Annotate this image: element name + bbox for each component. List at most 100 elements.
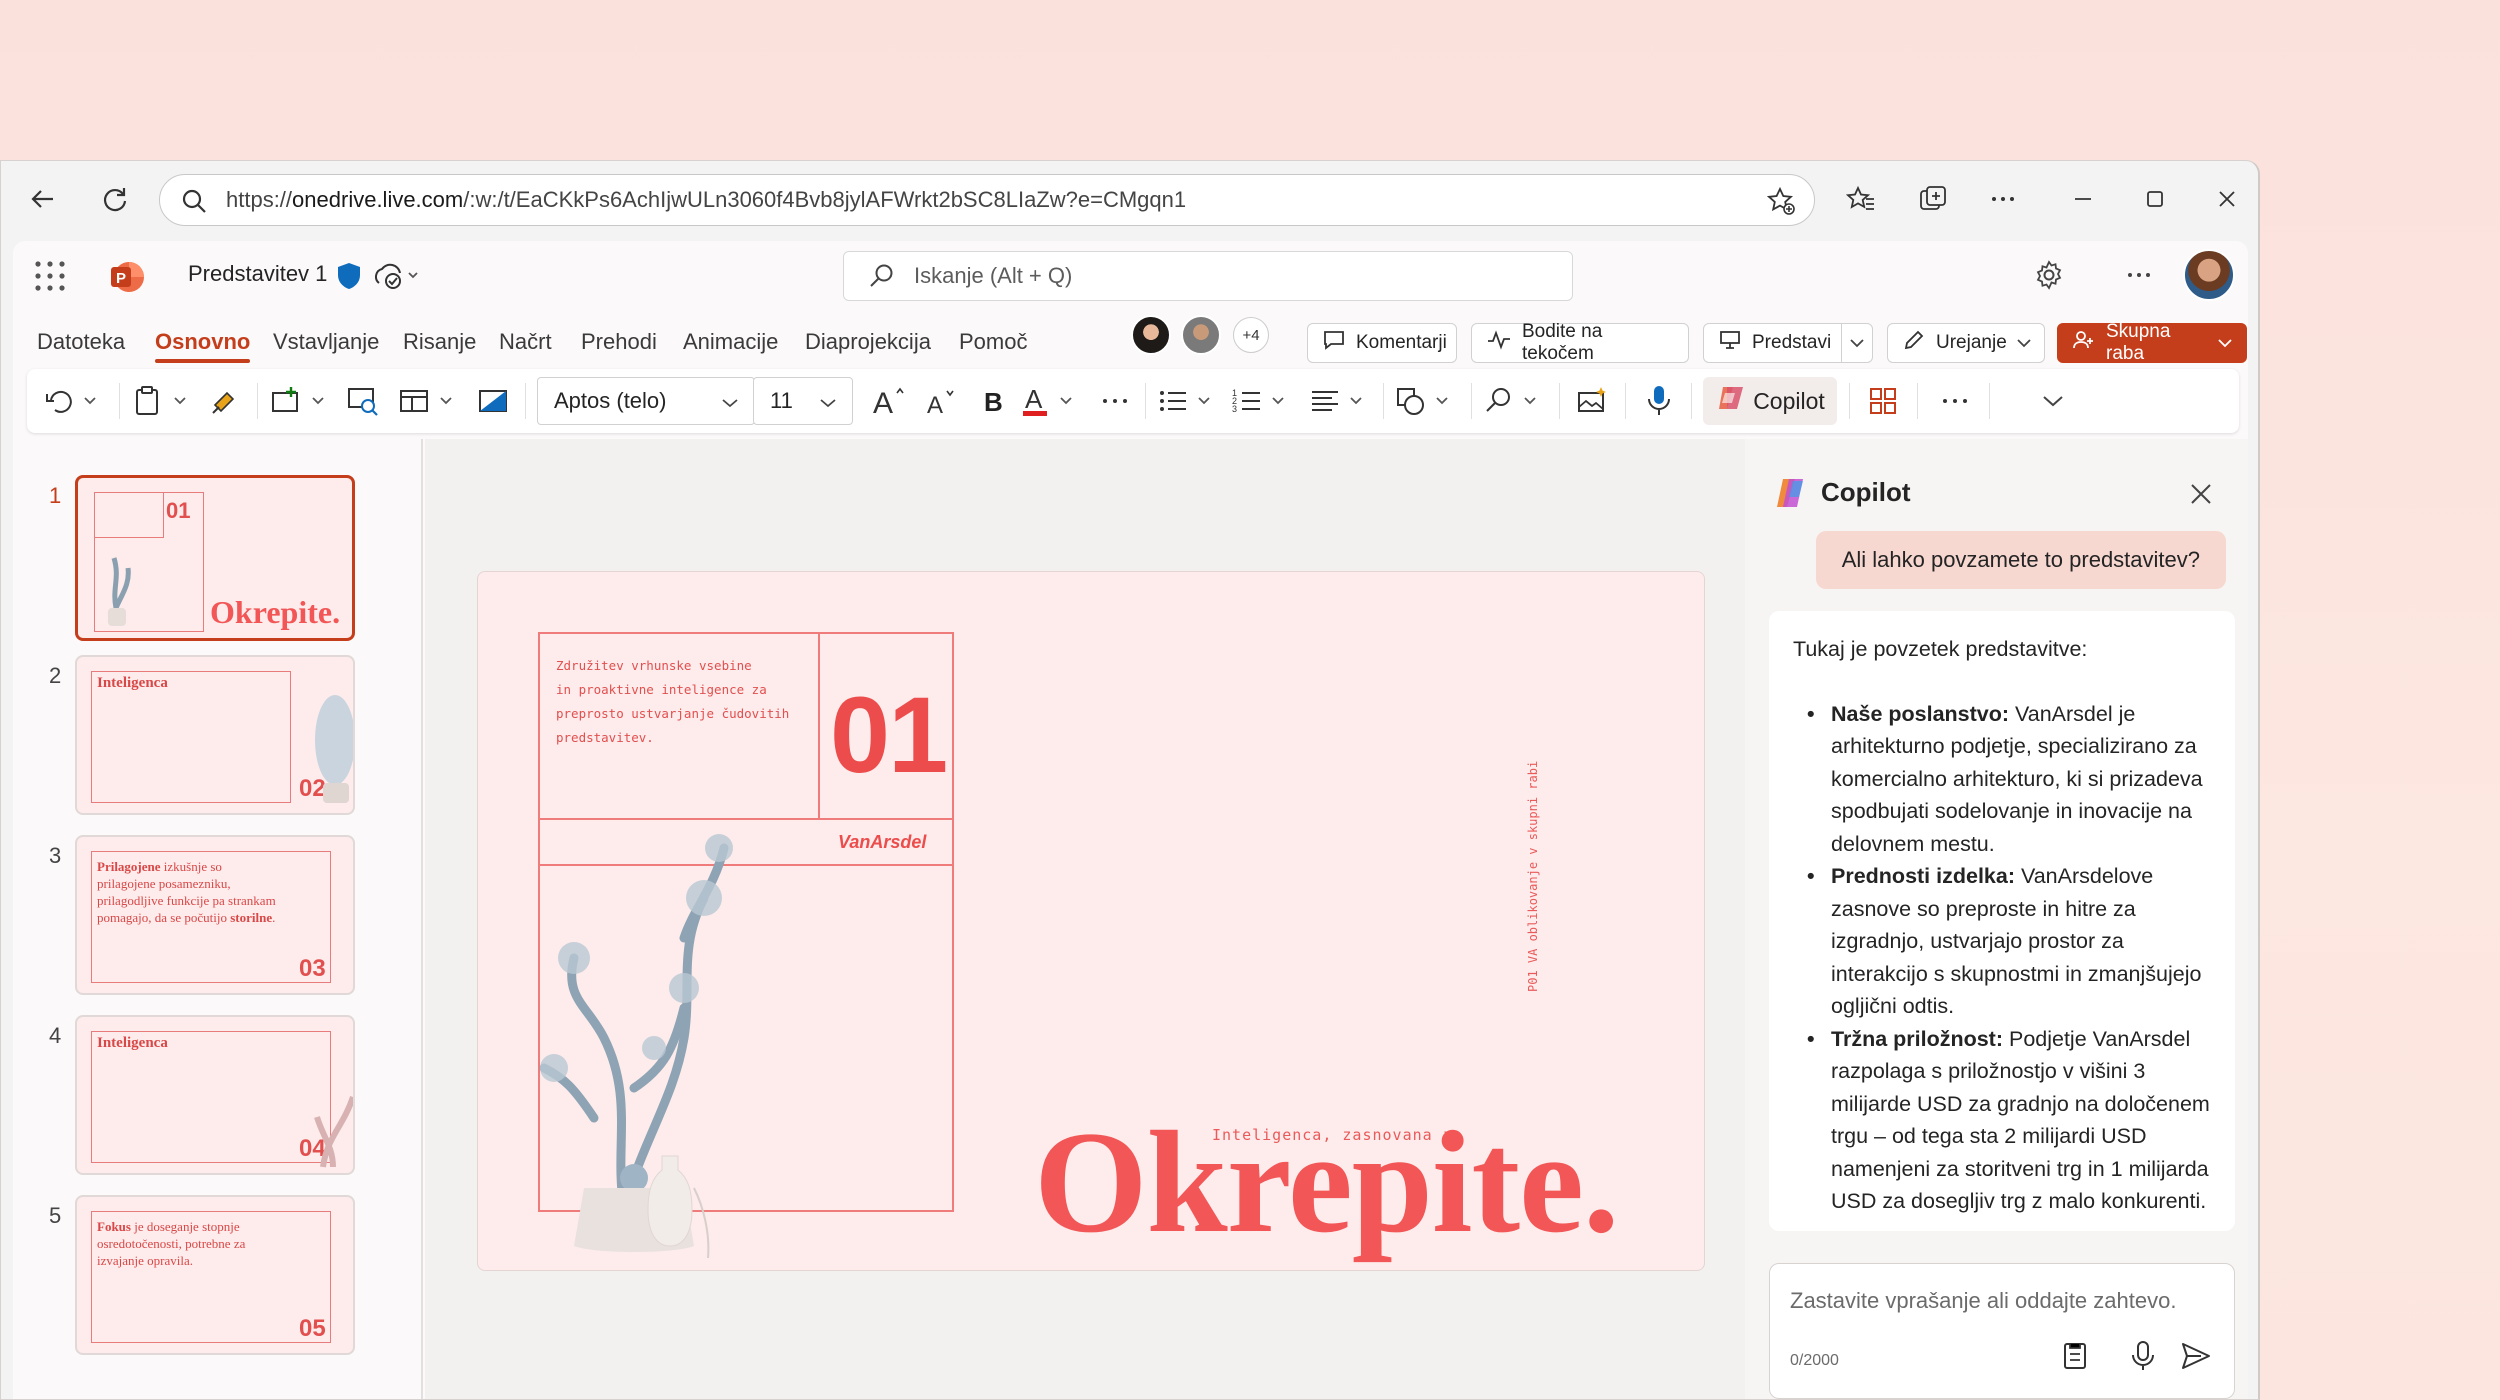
font-size-dropdown[interactable]: 11 bbox=[753, 377, 853, 425]
shapes-icon[interactable] bbox=[1395, 381, 1459, 421]
slide-intro-line: preprosto ustvarjanje čudovitih bbox=[556, 706, 790, 721]
slide-thumbnail-1[interactable]: 01 Okrepite. bbox=[75, 475, 355, 641]
copilot-label: Copilot bbox=[1753, 387, 1825, 414]
tab-home[interactable]: Osnovno bbox=[155, 329, 251, 363]
dictate-mic-icon[interactable] bbox=[1637, 381, 1681, 421]
minimize-icon[interactable] bbox=[2059, 175, 2107, 223]
add-favorite-icon[interactable] bbox=[1766, 186, 1796, 222]
app-launcher-icon[interactable] bbox=[33, 259, 67, 298]
chevron-down-icon[interactable] bbox=[1841, 324, 1872, 362]
prompt-input[interactable]: Zastavite vprašanje ali oddajte zahtevo. bbox=[1790, 1288, 2176, 1314]
document-title[interactable]: Predstavitev 1 bbox=[188, 261, 327, 287]
send-icon[interactable] bbox=[2180, 1340, 2212, 1377]
search-icon bbox=[180, 187, 208, 221]
favorites-icon[interactable] bbox=[1837, 175, 1885, 223]
tab-slideshow[interactable]: Diaprojekcija bbox=[805, 329, 931, 355]
designer-icon[interactable] bbox=[1571, 381, 1615, 421]
expand-ribbon-icon[interactable] bbox=[2033, 381, 2073, 421]
share-people-icon bbox=[2072, 328, 2096, 358]
slide-thumbnail-5[interactable]: Fokus je doseganje stopnje osredotočenos… bbox=[75, 1195, 355, 1355]
tab-animations[interactable]: Animacije bbox=[683, 329, 778, 355]
thumb-body: Prilagojene izkušnje so prilagojene posa… bbox=[97, 859, 277, 927]
tab-transitions[interactable]: Prehodi bbox=[581, 329, 657, 355]
bullet-head: Tržna priložnost: bbox=[1831, 1026, 2003, 1051]
slide-thumbnail-2[interactable]: Inteligenca 02 bbox=[75, 655, 355, 815]
slide-badge: 03 bbox=[299, 955, 326, 982]
increase-font-icon[interactable]: A bbox=[867, 381, 911, 421]
bullets-icon[interactable] bbox=[1157, 381, 1221, 421]
chevron-down-icon bbox=[2218, 332, 2232, 354]
microphone-icon[interactable] bbox=[2128, 1340, 2158, 1377]
share-button[interactable]: Skupna raba bbox=[2057, 321, 2247, 364]
prompt-guide-icon[interactable] bbox=[2060, 1340, 2090, 1377]
more-font-options-icon[interactable] bbox=[1095, 381, 1135, 421]
format-painter-icon[interactable] bbox=[205, 381, 245, 421]
new-slide-icon[interactable] bbox=[269, 381, 333, 421]
bold-icon[interactable]: B bbox=[973, 381, 1013, 421]
thumb-title: Inteligenca bbox=[97, 1035, 168, 1051]
user-avatar[interactable] bbox=[2183, 249, 2235, 301]
slide-intro-line: predstavitev. bbox=[556, 730, 654, 745]
slide-number: 4 bbox=[49, 1023, 62, 1048]
share-label: Skupna raba bbox=[2106, 321, 2171, 364]
settings-gear-icon[interactable] bbox=[2033, 259, 2065, 296]
bullet-head: Naše poslanstvo: bbox=[1831, 701, 2010, 726]
refresh-icon[interactable] bbox=[91, 175, 139, 223]
font-name-dropdown[interactable]: Aptos (telo) bbox=[537, 377, 755, 425]
tab-file[interactable]: Datoteka bbox=[37, 329, 125, 355]
font-color-icon[interactable]: A bbox=[1021, 381, 1085, 421]
copilot-title: Copilot bbox=[1821, 477, 1911, 507]
comments-button[interactable]: Komentarji bbox=[1307, 323, 1457, 363]
catchup-button[interactable]: Bodite na tekočem bbox=[1471, 321, 1689, 364]
thumb-body-end: storilne bbox=[230, 909, 273, 925]
find-icon[interactable] bbox=[1483, 381, 1547, 421]
powerpoint-logo-icon[interactable]: P bbox=[109, 259, 145, 300]
design-background-icon[interactable] bbox=[473, 381, 513, 421]
back-icon[interactable] bbox=[19, 175, 67, 223]
tab-draw[interactable]: Risanje bbox=[403, 329, 476, 355]
align-icon[interactable] bbox=[1309, 381, 1373, 421]
decrease-font-icon[interactable]: A bbox=[919, 381, 963, 421]
present-button[interactable]: Predstavi bbox=[1703, 323, 1873, 363]
search-box[interactable]: Iskanje (Alt + Q) bbox=[843, 251, 1573, 301]
browser-window: https://onedrive.live.com/:w:/t/EaCKkPs6… bbox=[0, 160, 2260, 1400]
collections-icon[interactable] bbox=[1909, 175, 1957, 223]
shield-icon bbox=[335, 261, 363, 296]
copilot-icon bbox=[1715, 383, 1745, 419]
char-counter: 0/2000 bbox=[1790, 1352, 1839, 1369]
divider bbox=[257, 383, 258, 419]
address-bar[interactable]: https://onedrive.live.com/:w:/t/EaCKkPs6… bbox=[159, 174, 1815, 226]
copilot-composer[interactable]: Zastavite vprašanje ali oddajte zahtevo.… bbox=[1769, 1263, 2235, 1399]
powerpoint-app: P Predstavitev 1 Iskanje (Alt + Q) Datot… bbox=[13, 241, 2248, 1399]
list-item: Prednosti izdelka: VanArsdelove zasnove … bbox=[1793, 860, 2211, 1023]
add-ins-icon[interactable] bbox=[1861, 381, 1905, 421]
editing-mode-button[interactable]: Urejanje bbox=[1887, 323, 2045, 363]
copilot-button[interactable]: Copilot bbox=[1703, 377, 1837, 425]
close-icon[interactable] bbox=[2188, 481, 2214, 512]
slide-thumbnail-3[interactable]: Prilagojene izkušnje so prilagojene posa… bbox=[75, 835, 355, 995]
current-slide[interactable]: Združitev vrhunske vsebine in proaktivne… bbox=[477, 571, 1705, 1271]
maximize-icon[interactable] bbox=[2131, 175, 2179, 223]
paste-icon[interactable] bbox=[131, 381, 195, 421]
divider bbox=[1917, 383, 1918, 419]
numbering-icon[interactable]: 123 bbox=[1231, 381, 1295, 421]
svg-text:3: 3 bbox=[1232, 404, 1237, 414]
more-commands-icon[interactable] bbox=[1933, 381, 1977, 421]
user-message: Ali lahko povzamete to predstavitev? bbox=[1815, 531, 2226, 589]
more-options-icon[interactable] bbox=[1979, 175, 2027, 223]
collaborator-avatar[interactable] bbox=[1131, 315, 1171, 355]
collaborator-avatar[interactable] bbox=[1181, 315, 1221, 355]
slide-intro-text: Združitev vrhunske vsebine in proaktivne… bbox=[556, 654, 789, 750]
present-icon bbox=[1718, 328, 1742, 358]
tab-design[interactable]: Načrt bbox=[499, 329, 552, 355]
tab-insert[interactable]: Vstavljanje bbox=[273, 329, 379, 355]
reuse-slides-icon[interactable] bbox=[341, 381, 385, 421]
more-icon[interactable] bbox=[2123, 259, 2155, 296]
undo-icon[interactable] bbox=[43, 381, 103, 421]
layout-icon[interactable] bbox=[397, 381, 461, 421]
tab-help[interactable]: Pomoč bbox=[959, 329, 1027, 355]
slide-thumbnail-4[interactable]: Inteligenca 04 bbox=[75, 1015, 355, 1175]
more-collaborators-badge[interactable]: +4 bbox=[1233, 317, 1269, 353]
close-window-icon[interactable] bbox=[2203, 175, 2251, 223]
sync-status-icon[interactable] bbox=[373, 261, 421, 296]
